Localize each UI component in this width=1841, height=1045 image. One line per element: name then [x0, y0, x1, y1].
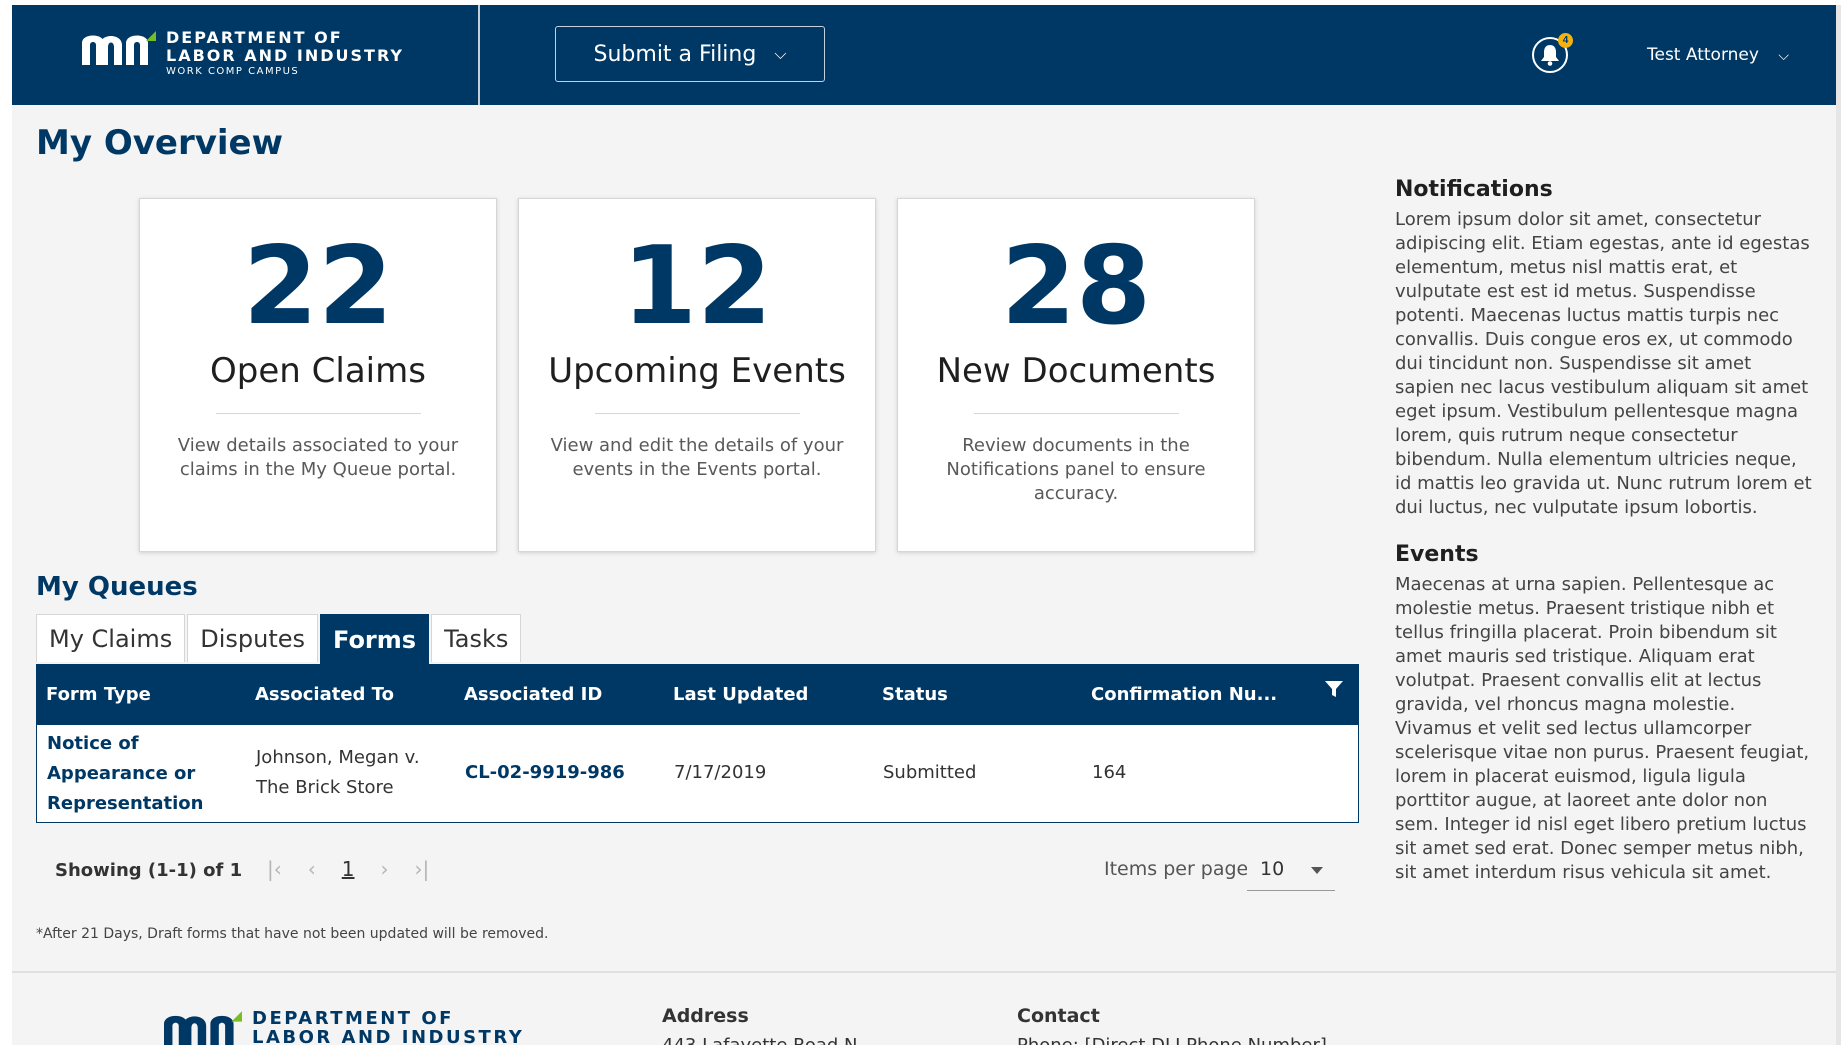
- forms-table: Form Type Associated To Associated ID La…: [36, 664, 1359, 823]
- address-line: 443 Lafayette Road N: [662, 1035, 858, 1045]
- logo-line-1: DEPARTMENT OF: [166, 28, 343, 47]
- items-per-page-value: 10: [1260, 858, 1285, 880]
- app-frame: DEPARTMENT OF LABOR AND INDUSTRY WORK CO…: [12, 5, 1836, 1045]
- new-documents-card[interactable]: 28 New Documents Review documents in the…: [897, 198, 1255, 552]
- events-heading: Events: [1395, 542, 1479, 567]
- scrollbar-track[interactable]: [1836, 5, 1841, 1045]
- footer-logo-line-2: LABOR AND INDUSTRY: [252, 1027, 525, 1045]
- stat-description: Review documents in the Notifications pa…: [946, 435, 1206, 504]
- page-title: My Overview: [36, 123, 284, 163]
- queue-tabs: My Claims Disputes Forms Tasks: [36, 614, 523, 664]
- stat-label: New Documents: [936, 351, 1216, 391]
- page-number-button[interactable]: 1: [342, 857, 355, 881]
- table-header: Form Type Associated To Associated ID La…: [37, 665, 1358, 725]
- form-type-line: Notice of: [47, 733, 139, 754]
- form-type-line: Representation: [47, 793, 204, 814]
- items-per-page-select[interactable]: 10: [1247, 845, 1335, 891]
- tab-my-claims[interactable]: My Claims: [36, 614, 186, 662]
- column-header-confirmation-number[interactable]: Confirmation Nu...: [1091, 665, 1277, 725]
- confirmation-number-cell: 164: [1092, 762, 1127, 783]
- open-claims-card[interactable]: 22 Open Claims View details associated t…: [139, 198, 497, 552]
- column-header-last-updated[interactable]: Last Updated: [673, 665, 808, 725]
- my-queues-title: My Queues: [36, 572, 198, 602]
- prev-page-icon[interactable]: ‹: [308, 857, 316, 881]
- stat-description: View and edit the details of your events…: [550, 435, 844, 480]
- last-page-icon[interactable]: ›|: [414, 857, 429, 881]
- user-menu[interactable]: Test Attorney ⌵: [1647, 45, 1789, 65]
- stat-number: 28: [1000, 224, 1152, 349]
- chevron-down-icon: ⌵: [774, 44, 787, 63]
- filter-icon[interactable]: [1324, 679, 1344, 699]
- column-header-status[interactable]: Status: [882, 665, 948, 725]
- stat-label: Open Claims: [210, 351, 426, 391]
- submit-filing-button[interactable]: Submit a Filing ⌵: [555, 26, 825, 82]
- column-header-associated-to[interactable]: Associated To: [255, 665, 394, 725]
- contact-heading: Contact: [1017, 1005, 1100, 1027]
- last-updated-cell: 7/17/2019: [674, 762, 767, 783]
- caret-down-icon: [1311, 867, 1323, 874]
- address-heading: Address: [662, 1005, 749, 1027]
- tab-tasks[interactable]: Tasks: [431, 614, 522, 662]
- upcoming-events-card[interactable]: 12 Upcoming Events View and edit the det…: [518, 198, 876, 552]
- associated-to-cell: Johnson, Megan v. The Brick Store: [256, 743, 420, 803]
- status-cell: Submitted: [883, 762, 977, 783]
- card-divider: [594, 413, 800, 414]
- events-text: Maecenas at urna sapien. Pellentesque ac…: [1395, 574, 1810, 883]
- draft-footnote: *After 21 Days, Draft forms that have no…: [36, 926, 549, 942]
- column-header-form-type[interactable]: Form Type: [46, 665, 151, 725]
- contact-line[interactable]: Phone: [Direct DLI Phone Number]: [1017, 1035, 1327, 1045]
- table-row[interactable]: Notice of Appearance or Representation J…: [37, 725, 1358, 822]
- notifications-heading: Notifications: [1395, 177, 1553, 202]
- stat-number: 12: [621, 224, 773, 349]
- footer-logo-line-1: DEPARTMENT OF: [252, 1008, 454, 1029]
- user-name: Test Attorney: [1647, 45, 1759, 65]
- footer-contact: Contact Phone: [Direct DLI Phone Number]: [1017, 1005, 1327, 1045]
- stat-description: View details associated to your claims i…: [177, 435, 459, 480]
- right-sidebar: Notifications Lorem ipsum dolor sit amet…: [1395, 177, 1815, 885]
- logo-text: DEPARTMENT OF LABOR AND INDUSTRY WORK CO…: [166, 29, 404, 79]
- associated-id-link[interactable]: CL-02-9919-986: [465, 758, 625, 788]
- logo-area[interactable]: DEPARTMENT OF LABOR AND INDUSTRY WORK CO…: [12, 5, 480, 105]
- associated-to-line: Johnson, Megan v.: [256, 747, 420, 768]
- notifications-text: Lorem ipsum dolor sit amet, consectetur …: [1395, 209, 1812, 518]
- tab-disputes[interactable]: Disputes: [187, 614, 319, 662]
- chevron-down-icon: ⌵: [1778, 48, 1789, 64]
- items-per-page-label: Items per page: [1104, 858, 1249, 880]
- form-type-link[interactable]: Notice of Appearance or Representation: [47, 729, 203, 819]
- pagination: |‹ ‹ 1 › ›|: [267, 857, 455, 881]
- logo-line-3: WORK COMP CAMPUS: [166, 66, 300, 77]
- mn-logo-icon: [82, 31, 156, 65]
- notification-count-badge: 4: [1558, 33, 1573, 48]
- submit-filing-label: Submit a Filing: [593, 41, 757, 67]
- logo-line-2: LABOR AND INDUSTRY: [166, 46, 404, 65]
- card-divider: [215, 413, 421, 414]
- associated-to-line: The Brick Store: [256, 777, 394, 798]
- next-page-icon[interactable]: ›: [380, 857, 388, 881]
- form-type-line: Appearance or: [47, 763, 196, 784]
- footer-logo-text: DEPARTMENT OF LABOR AND INDUSTRY: [252, 1009, 524, 1045]
- first-page-icon[interactable]: |‹: [267, 857, 282, 881]
- bell-icon: [1541, 45, 1559, 66]
- column-header-associated-id[interactable]: Associated ID: [464, 665, 602, 725]
- stat-number: 22: [242, 224, 394, 349]
- stat-label: Upcoming Events: [548, 351, 846, 391]
- footer: DEPARTMENT OF LABOR AND INDUSTRY Address…: [12, 971, 1836, 1045]
- card-divider: [973, 413, 1179, 414]
- mn-logo-icon: [164, 1011, 242, 1045]
- showing-count: Showing (1-1) of 1: [55, 860, 243, 881]
- footer-address: Address 443 Lafayette Road N: [662, 1005, 858, 1045]
- top-header: DEPARTMENT OF LABOR AND INDUSTRY WORK CO…: [12, 5, 1836, 105]
- tab-forms[interactable]: Forms: [320, 614, 430, 664]
